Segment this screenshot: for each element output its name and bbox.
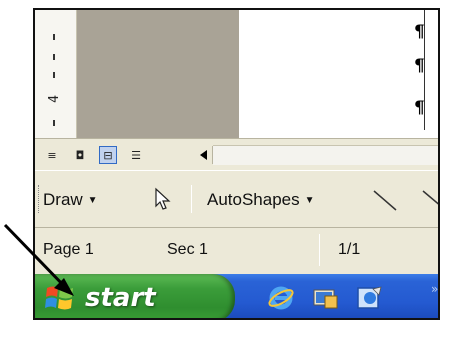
ruler-tick bbox=[53, 54, 55, 60]
web-layout-view-button[interactable]: ◘ bbox=[71, 146, 89, 164]
ruler-number: 4 bbox=[47, 95, 62, 103]
windows-logo-icon bbox=[45, 286, 73, 310]
start-label: start bbox=[85, 283, 156, 313]
status-bar: Page 1 Sec 1 1/1 bbox=[35, 228, 438, 274]
view-bar: ≡ ◘ ⊟ ☰ bbox=[35, 138, 438, 170]
line-tool-icon[interactable] bbox=[369, 185, 401, 215]
dropdown-arrow-icon: ▼ bbox=[304, 194, 315, 206]
normal-view-button[interactable]: ≡ bbox=[43, 146, 61, 164]
toolbar-grip[interactable] bbox=[38, 185, 40, 213]
select-objects-arrow-icon[interactable] bbox=[153, 187, 173, 211]
autoshapes-menu-button[interactable]: AutoShapes ▼ bbox=[207, 187, 315, 213]
ruler-tick bbox=[53, 120, 55, 126]
document-page[interactable]: ¶ ¶ ¶ bbox=[239, 10, 438, 138]
vertical-ruler: 4 bbox=[35, 10, 77, 138]
autoshapes-label: AutoShapes bbox=[207, 190, 300, 209]
ruler-tick bbox=[53, 34, 55, 40]
toolbar-separator bbox=[191, 185, 192, 213]
text-boundary-line bbox=[424, 10, 425, 130]
draw-label: Draw bbox=[43, 190, 83, 209]
quick-launch-bar bbox=[267, 284, 383, 312]
chevron-right-icon[interactable]: » bbox=[431, 282, 438, 296]
horizontal-scrollbar[interactable] bbox=[213, 145, 438, 165]
outline-view-button[interactable]: ☰ bbox=[127, 146, 145, 164]
status-section: Sec 1 bbox=[167, 241, 208, 258]
status-page: Page 1 bbox=[43, 241, 94, 258]
triangle-left-icon bbox=[199, 150, 207, 160]
draw-menu-button[interactable]: Draw ▼ bbox=[43, 187, 98, 213]
dropdown-arrow-icon: ▼ bbox=[87, 194, 98, 206]
start-button[interactable]: start bbox=[35, 274, 235, 318]
arrow-tool-icon[interactable] bbox=[415, 185, 440, 215]
ruler-tick bbox=[53, 72, 55, 78]
document-margin-area bbox=[77, 10, 239, 138]
show-desktop-icon[interactable] bbox=[311, 284, 339, 312]
status-separator bbox=[319, 234, 320, 266]
drawing-toolbar: Draw ▼ AutoShapes ▼ bbox=[35, 170, 440, 228]
outlook-express-icon[interactable] bbox=[355, 284, 383, 312]
word-window: 4 ¶ ¶ ¶ ≡ ◘ ⊟ ☰ Draw ▼ AutoShapes ▼ Page… bbox=[33, 8, 440, 320]
scroll-left-button[interactable] bbox=[195, 146, 213, 164]
windows-taskbar: start » bbox=[35, 274, 438, 318]
internet-explorer-icon[interactable] bbox=[267, 284, 295, 312]
print-layout-view-button[interactable]: ⊟ bbox=[99, 146, 117, 164]
status-page-fraction: 1/1 bbox=[338, 241, 361, 258]
screenshot-frame: 4 ¶ ¶ ¶ ≡ ◘ ⊟ ☰ Draw ▼ AutoShapes ▼ Page… bbox=[0, 0, 459, 350]
